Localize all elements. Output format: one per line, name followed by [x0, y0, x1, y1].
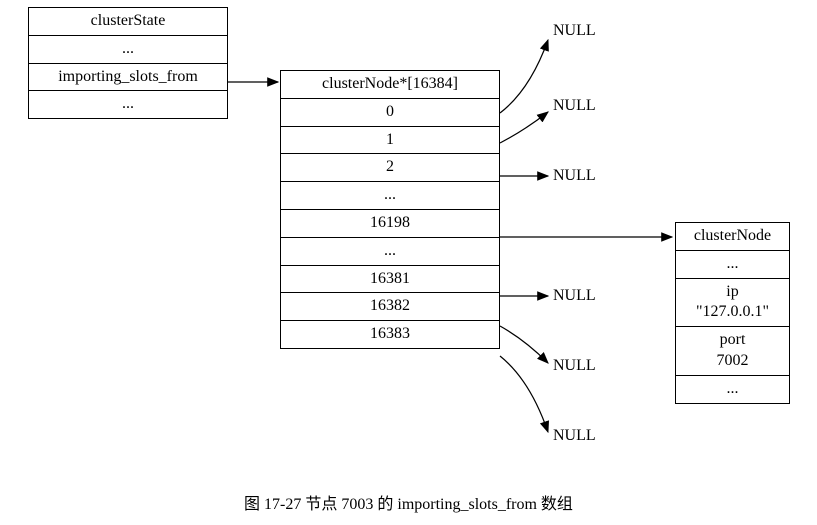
clusterstate-row: ... [29, 91, 227, 118]
array-row: 16198 [281, 210, 499, 238]
array-row: 16381 [281, 266, 499, 294]
null-label: NULL [553, 357, 596, 375]
array-row: 16382 [281, 293, 499, 321]
array-row: 1 [281, 127, 499, 155]
null-label: NULL [553, 427, 596, 445]
array-row: 2 [281, 154, 499, 182]
array-row: 16383 [281, 321, 499, 348]
clusternode-box: clusterNode ... ip "127.0.0.1" port 7002… [675, 222, 790, 404]
array-header: clusterNode*[16384] [281, 71, 499, 99]
clusterstate-box: clusterState ... importing_slots_from ..… [28, 7, 228, 119]
clusterstate-row: ... [29, 36, 227, 64]
array-row: ... [281, 182, 499, 210]
null-label: NULL [553, 287, 596, 305]
clusternode-row: ... [676, 376, 789, 403]
clusternode-row: ... [676, 251, 789, 279]
clusternode-row: ip "127.0.0.1" [676, 279, 789, 328]
array-row: 0 [281, 99, 499, 127]
null-label: NULL [553, 167, 596, 185]
clusternode-header: clusterNode [676, 223, 789, 251]
figure-caption: 图 17-27 节点 7003 的 importing_slots_from 数… [0, 490, 817, 514]
clusternode-row: port 7002 [676, 327, 789, 376]
array-box: clusterNode*[16384] 0 1 2 ... 16198 ... … [280, 70, 500, 349]
clusterstate-header: clusterState [29, 8, 227, 36]
array-row: ... [281, 238, 499, 266]
clusterstate-row: importing_slots_from [29, 64, 227, 92]
null-label: NULL [553, 22, 596, 40]
null-label: NULL [553, 97, 596, 115]
